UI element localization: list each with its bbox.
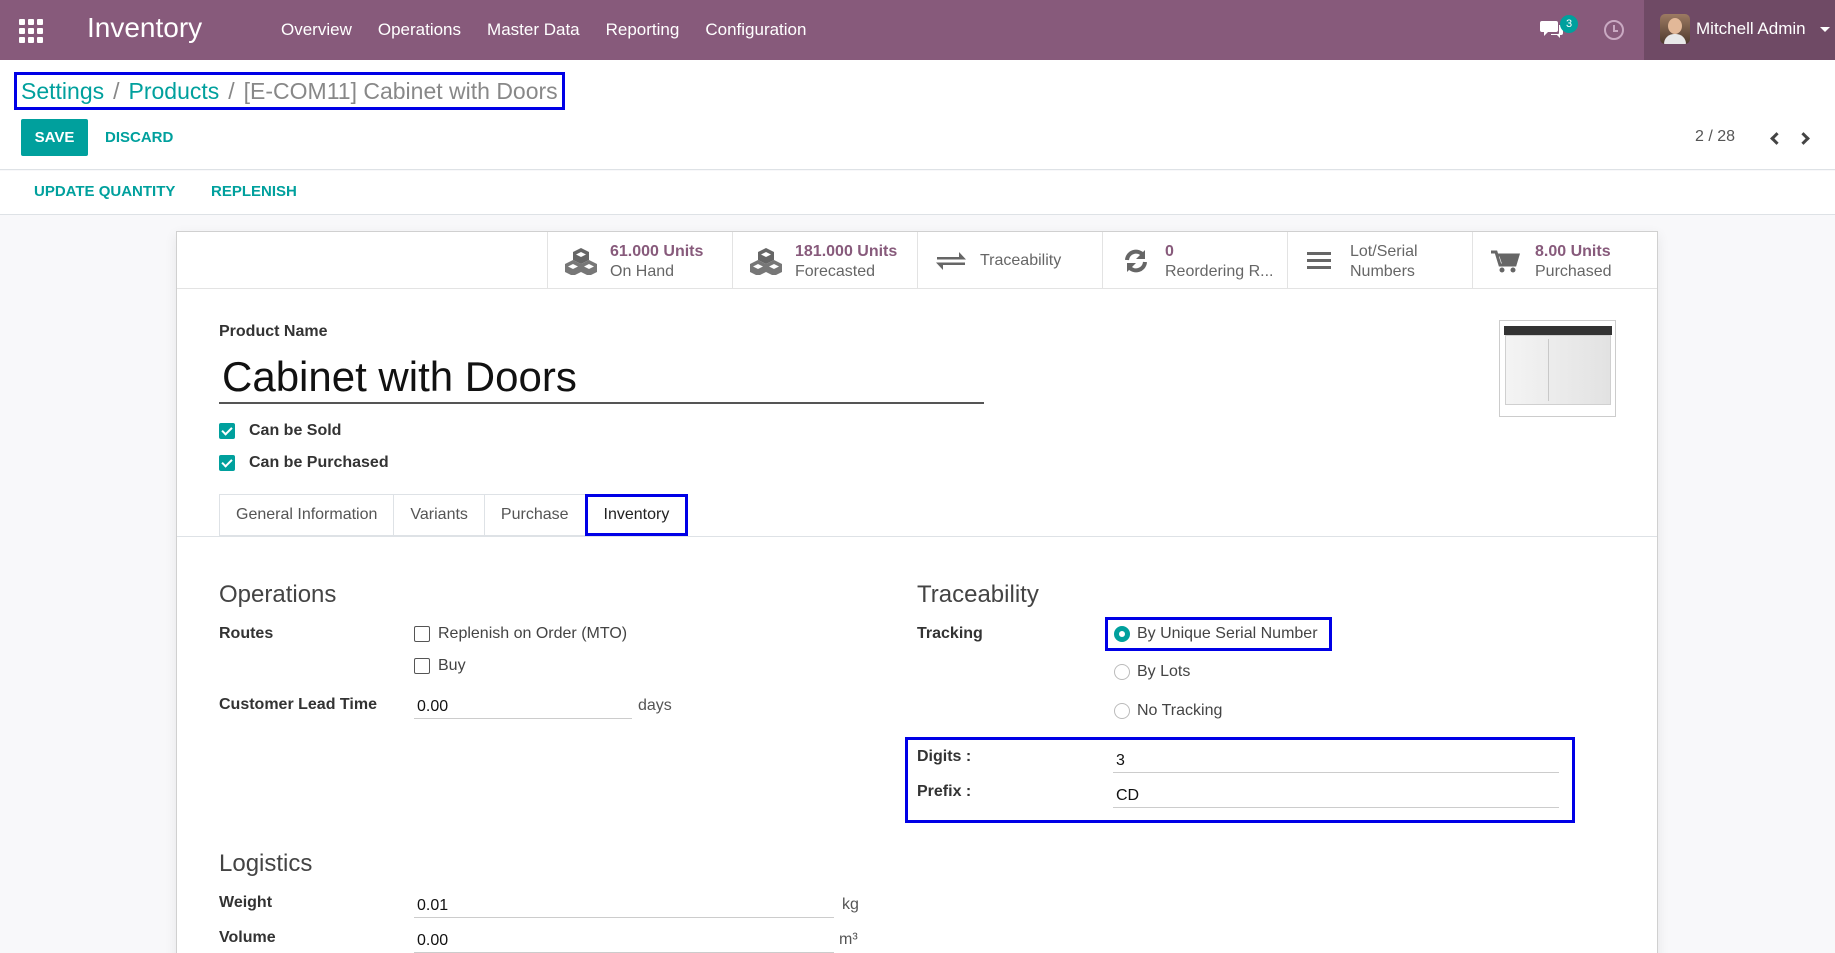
traceability-label: Traceability [980, 252, 1062, 269]
checkbox-checked[interactable] [219, 423, 235, 439]
lot-serial-button[interactable]: Lot/Serial Numbers [1287, 232, 1472, 289]
lot-serial-label-2: Numbers [1350, 263, 1415, 280]
tracking-lots-label: By Lots [1137, 663, 1191, 680]
user-name: Mitchell Admin [1696, 19, 1806, 38]
cubes-icon [565, 248, 597, 275]
top-navbar: Inventory Overview Operations Master Dat… [0, 0, 1835, 60]
weight-unit: kg [842, 896, 859, 913]
traceability-title: Traceability [917, 581, 1039, 608]
pager-previous-icon[interactable] [1766, 130, 1784, 148]
form-statusbar: UPDATE QUANTITY REPLENISH [0, 171, 1835, 215]
can-be-sold-label: Can be Sold [249, 422, 342, 439]
volume-label: Volume [219, 929, 276, 946]
breadcrumb-current: [E-COM11] Cabinet with Doors [243, 77, 558, 104]
digits-input[interactable]: 3 [1113, 747, 1559, 773]
product-name-input[interactable]: Cabinet with Doors [219, 349, 984, 404]
activity-clock-icon[interactable] [1604, 20, 1624, 40]
weight-label: Weight [219, 894, 273, 911]
tracking-label: Tracking [917, 625, 983, 642]
customer-lead-time-label: Customer Lead Time [219, 696, 377, 713]
forecasted-label: Forecasted [795, 263, 876, 280]
tab-purchase[interactable]: Purchase [483, 494, 585, 536]
purchased-value: 8.00 Units [1535, 243, 1611, 260]
volume-input[interactable]: 0.00 [414, 927, 834, 953]
weight-input[interactable]: 0.01 [414, 892, 834, 918]
replenish-button[interactable]: REPLENISH [211, 183, 297, 200]
user-menu[interactable]: Mitchell Admin [1644, 0, 1835, 60]
breadcrumb: Settings / Products / [E-COM11] Cabinet … [14, 72, 565, 110]
control-panel: Settings / Products / [E-COM11] Cabinet … [0, 60, 1835, 170]
menu-configuration[interactable]: Configuration [692, 20, 819, 40]
customer-lead-time-input[interactable]: 0.00 [414, 693, 632, 719]
tracking-serial-radio[interactable] [1114, 626, 1130, 642]
menu-master-data[interactable]: Master Data [474, 20, 593, 40]
pager-value[interactable]: 2 / 28 [1695, 128, 1735, 146]
tab-inventory[interactable]: Inventory [584, 494, 689, 536]
reordering-value: 0 [1165, 243, 1174, 260]
menu-overview[interactable]: Overview [268, 20, 365, 40]
refresh-icon [1125, 249, 1147, 273]
checkbox-checked[interactable] [219, 455, 235, 471]
tab-variants[interactable]: Variants [393, 494, 484, 536]
breadcrumb-products[interactable]: Products [129, 78, 220, 105]
routes-label: Routes [219, 625, 274, 642]
app-name[interactable]: Inventory [87, 12, 202, 44]
menu-reporting[interactable]: Reporting [593, 20, 693, 40]
purchased-label: Purchased [1535, 263, 1612, 280]
lot-serial-label: Lot/Serial [1350, 243, 1418, 260]
list-icon [1307, 252, 1331, 269]
purchased-button[interactable]: 8.00 Units Purchased [1472, 232, 1657, 289]
exchange-icon [936, 252, 966, 270]
breadcrumb-settings[interactable]: Settings [21, 78, 104, 105]
chat-count-badge: 3 [1560, 15, 1578, 33]
tracking-none-label: No Tracking [1137, 702, 1223, 719]
route-buy-checkbox[interactable] [414, 658, 430, 674]
product-image[interactable] [1499, 320, 1616, 417]
tracking-none-radio[interactable] [1114, 703, 1130, 719]
traceability-button[interactable]: Traceability [917, 232, 1102, 289]
pager-next-icon[interactable] [1797, 130, 1815, 148]
route-mto-label: Replenish on Order (MTO) [438, 625, 628, 642]
reordering-label: Reordering R... [1165, 263, 1274, 280]
on-hand-button[interactable]: 61.000 Units On Hand [547, 232, 732, 289]
menu-operations[interactable]: Operations [365, 20, 474, 40]
prefix-input[interactable]: CD [1113, 782, 1559, 808]
volume-unit: m³ [839, 931, 858, 948]
forecasted-button[interactable]: 181.000 Units Forecasted [732, 232, 917, 289]
breadcrumb-separator: / [228, 77, 235, 104]
save-button[interactable]: SAVE [21, 119, 88, 156]
update-quantity-button[interactable]: UPDATE QUANTITY [34, 183, 175, 200]
tracking-lots-radio[interactable] [1114, 664, 1130, 680]
route-mto-checkbox[interactable] [414, 626, 430, 642]
forecasted-value: 181.000 Units [795, 243, 898, 260]
main-menu: Overview Operations Master Data Reportin… [268, 0, 819, 60]
operations-title: Operations [219, 581, 337, 608]
reordering-rules-button[interactable]: 0 Reordering R... [1102, 232, 1287, 289]
smart-buttons: 61.000 Units On Hand 181.000 Units Forec… [177, 232, 1657, 289]
can-be-sold-checkbox[interactable]: Can be Sold [219, 421, 341, 441]
digits-label: Digits : [917, 748, 972, 765]
breadcrumb-separator: / [113, 77, 120, 104]
on-hand-value: 61.000 Units [610, 243, 704, 260]
discard-button[interactable]: DISCARD [105, 119, 173, 156]
cubes-icon [750, 248, 782, 275]
route-buy-label: Buy [438, 657, 466, 674]
tabs-divider [177, 536, 1657, 537]
on-hand-label: On Hand [610, 263, 675, 280]
avatar [1660, 14, 1690, 44]
notebook-tabs: General Information Variants Purchase In… [219, 494, 689, 536]
can-be-purchased-label: Can be Purchased [249, 454, 389, 471]
logistics-title: Logistics [219, 850, 313, 877]
tab-general-information[interactable]: General Information [219, 494, 394, 536]
lead-time-unit: days [638, 697, 672, 714]
form-sheet: 61.000 Units On Hand 181.000 Units Forec… [176, 231, 1658, 953]
product-name-label: Product Name [219, 323, 328, 340]
caret-down-icon [1820, 27, 1830, 32]
cart-icon [1491, 250, 1521, 273]
prefix-label: Prefix : [917, 783, 972, 800]
apps-menu-icon[interactable] [19, 19, 43, 43]
can-be-purchased-checkbox[interactable]: Can be Purchased [219, 453, 389, 473]
tracking-serial-label: By Unique Serial Number [1137, 625, 1318, 642]
